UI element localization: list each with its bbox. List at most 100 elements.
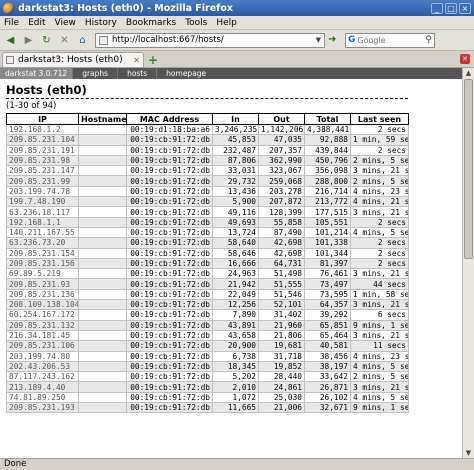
cell-in: 5,900 bbox=[212, 196, 259, 208]
cell-last-seen: 6 secs bbox=[350, 309, 409, 321]
cell-ip[interactable]: 60.254.167.172 bbox=[6, 309, 79, 321]
menu-file[interactable]: File bbox=[4, 18, 19, 28]
search-box[interactable]: G ⚲ bbox=[345, 32, 435, 48]
chevron-down-icon[interactable]: ▼ bbox=[316, 36, 321, 44]
cell-hostname bbox=[78, 247, 127, 259]
cell-hostname bbox=[78, 123, 127, 136]
home-icon[interactable]: ⌂ bbox=[75, 33, 90, 48]
back-icon[interactable]: ◀ bbox=[3, 33, 18, 48]
tab-close-icon[interactable]: ✕ bbox=[133, 56, 140, 65]
cell-ip[interactable]: 192.168.1.1 bbox=[6, 216, 79, 228]
cell-hostname bbox=[78, 134, 127, 146]
column-header-hostname[interactable]: Hostname bbox=[78, 113, 127, 125]
forward-icon[interactable]: ▶ bbox=[21, 33, 36, 48]
vertical-scrollbar[interactable]: ▲ ▼ bbox=[462, 68, 474, 458]
cell-ip[interactable]: 208.109.138.104 bbox=[6, 299, 79, 311]
close-tab-icon[interactable]: ✕ bbox=[460, 54, 470, 64]
cell-ip[interactable]: 63.236.73.20 bbox=[6, 237, 79, 249]
cell-last-seen: 4 mins, 5 secs bbox=[350, 360, 409, 373]
cell-in: 11,665 bbox=[212, 402, 259, 414]
table-row: 209.85.231.93 00:19:cb:91:72:db 21,942 51,5… bbox=[6, 278, 409, 290]
menu-bookmarks[interactable]: Bookmarks bbox=[126, 18, 176, 28]
go-icon[interactable]: ➜ bbox=[328, 34, 341, 47]
cell-ip[interactable]: 63.236.18.117 bbox=[6, 206, 79, 218]
cell-ip[interactable]: 87.117.243.162 bbox=[6, 371, 79, 383]
cell-in: 2,010 bbox=[212, 381, 259, 393]
cell-ip[interactable]: 209.85.231.98 bbox=[6, 154, 79, 167]
status-bar: Done bbox=[0, 458, 474, 470]
search-engine-icon[interactable]: G bbox=[348, 35, 355, 45]
close-icon[interactable]: × bbox=[459, 2, 471, 14]
cell-total: 73,595 bbox=[304, 288, 351, 301]
tab-darkstat-hosts[interactable]: darkstat3: Hosts (eth0) ✕ bbox=[2, 52, 144, 67]
search-input[interactable] bbox=[357, 35, 412, 45]
menu-help[interactable]: Help bbox=[216, 18, 237, 28]
cell-ip[interactable]: 209.85.231.154 bbox=[6, 247, 79, 259]
minimize-icon[interactable]: _ bbox=[431, 2, 443, 14]
column-header-out[interactable]: Out bbox=[258, 113, 305, 125]
cell-ip[interactable]: 209.85.231.93 bbox=[6, 278, 79, 290]
column-header-mac[interactable]: MAC Address bbox=[126, 113, 213, 125]
cell-in: 13,436 bbox=[212, 185, 259, 198]
address-bar[interactable]: ▼ bbox=[95, 32, 325, 48]
cell-ip[interactable]: 140.211.167.55 bbox=[6, 226, 79, 239]
cell-total: 105,551 bbox=[304, 216, 351, 228]
scroll-up-icon[interactable]: ▲ bbox=[463, 68, 474, 78]
cell-ip[interactable]: 209.85.231.106 bbox=[6, 340, 79, 352]
cell-ip[interactable]: 209.85.231.99 bbox=[6, 175, 79, 187]
cell-ip[interactable]: 209.85.231.193 bbox=[6, 402, 79, 414]
table-row: 63.236.73.20 00:19:cb:91:72:db 58,640 42,69… bbox=[6, 237, 409, 249]
nav-link-hosts[interactable]: hosts bbox=[117, 68, 156, 79]
cell-ip[interactable]: 209.85.231.191 bbox=[6, 144, 79, 156]
cell-in: 87,806 bbox=[212, 154, 259, 167]
column-header-last-seen[interactable]: Last seen bbox=[350, 113, 409, 125]
cell-hostname bbox=[78, 319, 127, 331]
search-icon[interactable]: ⚲ bbox=[425, 35, 432, 45]
cell-in: 20,900 bbox=[212, 340, 259, 352]
cell-ip[interactable]: 69.89.5.219 bbox=[6, 268, 79, 280]
nav-link-graphs[interactable]: graphs bbox=[72, 68, 117, 79]
reload-icon[interactable]: ↻ bbox=[39, 33, 54, 48]
nav-link-homepage[interactable]: homepage bbox=[156, 68, 215, 79]
stop-icon[interactable]: ✕ bbox=[57, 33, 72, 48]
cell-out: 51,498 bbox=[258, 268, 305, 280]
cell-last-seen: 3 mins, 21 secs bbox=[350, 165, 409, 177]
cell-ip[interactable]: 209.85.231.147 bbox=[6, 165, 79, 177]
scroll-down-icon[interactable]: ▼ bbox=[463, 448, 474, 458]
cell-last-seen: 4 mins, 5 secs bbox=[350, 391, 409, 404]
cell-ip[interactable]: 203.199.74.80 bbox=[6, 350, 79, 362]
cell-ip[interactable]: 209.85.231.104 bbox=[6, 134, 79, 146]
cell-ip[interactable]: 216.34.181.45 bbox=[6, 329, 79, 342]
cell-hostname bbox=[78, 329, 127, 342]
cell-ip[interactable]: 209.85.231.132 bbox=[6, 319, 79, 331]
cell-out: 259,068 bbox=[258, 175, 305, 187]
scrollbar-thumb[interactable] bbox=[464, 79, 473, 259]
cell-out: 87,490 bbox=[258, 226, 305, 239]
column-header-total[interactable]: Total bbox=[304, 113, 351, 125]
cell-ip[interactable]: 209.85.231.156 bbox=[6, 257, 79, 270]
cell-ip[interactable]: 192.168.1.2 bbox=[6, 123, 79, 136]
cell-hostname bbox=[78, 309, 127, 321]
cell-ip[interactable]: 202.43.206.53 bbox=[6, 360, 79, 373]
new-tab-icon[interactable]: + bbox=[148, 53, 158, 67]
menu-edit[interactable]: Edit bbox=[28, 18, 45, 28]
cell-ip[interactable]: 209.85.231.136 bbox=[6, 288, 79, 301]
cell-mac: 00:19:cb:91:72:db bbox=[126, 329, 213, 342]
menu-history[interactable]: History bbox=[85, 18, 117, 28]
cell-last-seen: 2 secs bbox=[350, 237, 409, 249]
column-header-ip[interactable]: IP bbox=[6, 113, 79, 125]
cell-ip[interactable]: 199.7.48.190 bbox=[6, 196, 79, 208]
cell-hostname bbox=[78, 340, 127, 352]
url-input[interactable] bbox=[112, 35, 314, 45]
cell-ip[interactable]: 203.199.74.78 bbox=[6, 185, 79, 198]
column-header-in[interactable]: In bbox=[212, 113, 259, 125]
cell-out: 51,555 bbox=[258, 278, 305, 290]
cell-in: 49,116 bbox=[212, 206, 259, 218]
cell-ip[interactable]: 74.81.89.250 bbox=[6, 391, 79, 404]
cell-mac: 00:19:d1:18:ba:a6 bbox=[126, 123, 213, 136]
cell-ip[interactable]: 213.189.4.40 bbox=[6, 381, 79, 393]
table-header-row: IP Hostname MAC Address In Out Total Las… bbox=[6, 113, 409, 125]
menu-view[interactable]: View bbox=[55, 18, 76, 28]
menu-tools[interactable]: Tools bbox=[185, 18, 207, 28]
maximize-icon[interactable]: □ bbox=[445, 2, 457, 14]
